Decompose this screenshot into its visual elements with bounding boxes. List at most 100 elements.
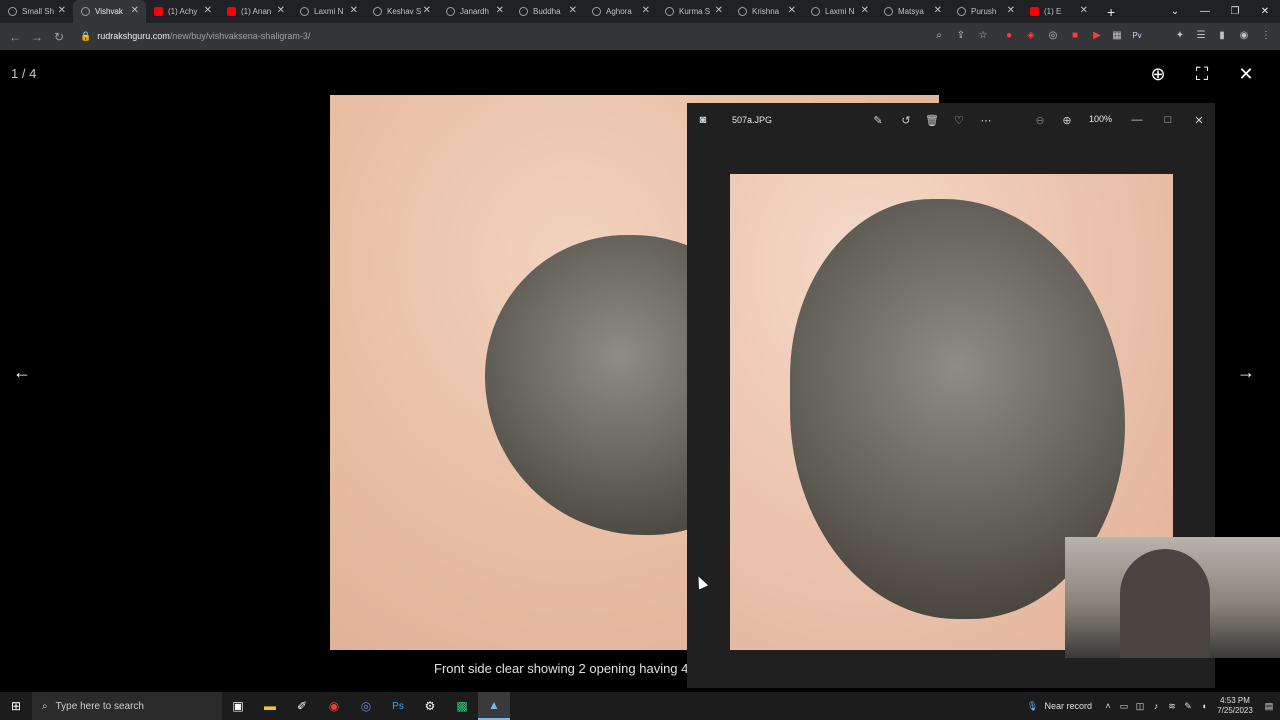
close-tab-icon[interactable]: ✕ bbox=[423, 5, 431, 16]
globe-icon bbox=[81, 7, 90, 16]
minimize-button[interactable]: — bbox=[1129, 112, 1145, 128]
ublock-icon[interactable]: ◈ bbox=[1024, 28, 1038, 42]
previous-arrow-icon[interactable]: ← bbox=[10, 360, 34, 384]
tab-label: Small Sh bbox=[22, 7, 55, 16]
tray-app-icon[interactable]: ◫ bbox=[1132, 701, 1148, 712]
speaker-icon[interactable]: ◖ bbox=[1196, 701, 1212, 711]
extension-grid-icon[interactable]: ▦ bbox=[1110, 28, 1124, 42]
close-tab-icon[interactable]: ✕ bbox=[715, 5, 723, 16]
file-explorer-icon[interactable]: ▬ bbox=[254, 692, 286, 720]
extension-icon[interactable]: ◎ bbox=[1046, 28, 1060, 42]
pen-app-icon[interactable]: ✐ bbox=[286, 692, 318, 720]
side-panel-icon[interactable]: ▮ bbox=[1215, 28, 1229, 42]
settings-gear-icon[interactable]: ⚙ bbox=[414, 692, 446, 720]
zoom-level[interactable]: 100% bbox=[1089, 114, 1112, 124]
next-arrow-icon[interactable]: → bbox=[1234, 360, 1258, 384]
profile-avatar-icon[interactable]: ◉ bbox=[1237, 28, 1251, 42]
close-button[interactable]: ✕ bbox=[1191, 112, 1207, 128]
browser-tab[interactable]: (1) Achy ✕ bbox=[146, 0, 219, 23]
close-tab-icon[interactable]: ✕ bbox=[642, 5, 650, 16]
fullscreen-icon[interactable]: ⛶ bbox=[1190, 62, 1214, 86]
zoom-in-icon[interactable]: ⊕ bbox=[1146, 62, 1170, 86]
browser-tab[interactable]: Keshav S ✕ bbox=[365, 0, 438, 23]
more-options-icon[interactable]: ⋯ bbox=[978, 112, 994, 128]
close-tab-icon[interactable]: ✕ bbox=[1007, 5, 1015, 16]
reading-list-icon[interactable]: ☰ bbox=[1194, 28, 1208, 42]
volume-icon[interactable]: ♪ bbox=[1148, 701, 1164, 711]
browser-tab[interactable]: (1) Anan ✕ bbox=[219, 0, 292, 23]
zoom-out-icon[interactable]: ⊖ bbox=[1032, 112, 1048, 128]
task-view-icon[interactable]: ▣ bbox=[222, 692, 254, 720]
photoshop-icon[interactable]: Ps bbox=[382, 692, 414, 720]
discord-icon[interactable]: ◎ bbox=[350, 692, 382, 720]
browser-tab[interactable]: Buddha ✕ bbox=[511, 0, 584, 23]
back-icon[interactable]: ← bbox=[4, 30, 26, 44]
close-tab-icon[interactable]: ✕ bbox=[58, 5, 66, 16]
close-lightbox-icon[interactable]: ✕ bbox=[1234, 62, 1258, 86]
wifi-icon[interactable]: ≋ bbox=[1164, 701, 1180, 712]
reload-icon[interactable]: ↻ bbox=[48, 30, 70, 44]
browser-tab[interactable]: Vishvak ✕ bbox=[73, 0, 146, 23]
new-tab-button[interactable]: + bbox=[1107, 4, 1115, 20]
windows-start-icon[interactable]: ⊞ bbox=[0, 692, 32, 720]
globe-icon bbox=[811, 7, 820, 16]
close-tab-icon[interactable]: ✕ bbox=[350, 5, 358, 16]
close-tab-icon[interactable]: ✕ bbox=[496, 5, 504, 16]
tab-label: Laxmi N bbox=[825, 7, 855, 16]
browser-tab[interactable]: (1) E ✕ bbox=[1022, 0, 1095, 23]
browser-tab[interactable]: Purush ✕ bbox=[949, 0, 1022, 23]
taskbar-search[interactable]: ⌕ Type here to search bbox=[32, 692, 222, 720]
favorite-heart-icon[interactable]: ♡ bbox=[951, 112, 967, 128]
address-bar[interactable]: 🔒 rudrakshguru.com/new/buy/vishvaksena-s… bbox=[76, 26, 1190, 46]
extension-record-icon[interactable]: ■ bbox=[1068, 28, 1082, 42]
close-tab-icon[interactable]: ✕ bbox=[569, 5, 577, 16]
maximize-button[interactable]: □ bbox=[1160, 112, 1176, 128]
browser-tab[interactable]: Laxmi N ✕ bbox=[803, 0, 876, 23]
close-tab-icon[interactable]: ✕ bbox=[131, 5, 139, 16]
share-icon[interactable]: ⇪ bbox=[954, 28, 968, 42]
tab-bar: Small Sh ✕ Vishvak ✕ (1) Achy ✕ (1) Anan ✕ Laxmi… bbox=[0, 0, 1280, 23]
close-tab-icon[interactable]: ✕ bbox=[204, 5, 212, 16]
tab-search-icon[interactable]: ⌄ bbox=[1160, 0, 1190, 23]
photos-taskbar-icon[interactable]: ▲ bbox=[478, 692, 510, 720]
close-tab-icon[interactable]: ✕ bbox=[934, 5, 942, 16]
clock-time: 4:53 PM bbox=[1220, 696, 1250, 705]
green-app-icon[interactable]: ▩ bbox=[446, 692, 478, 720]
close-tab-icon[interactable]: ✕ bbox=[788, 5, 796, 16]
bookmark-star-icon[interactable]: ☆ bbox=[976, 28, 990, 42]
close-tab-icon[interactable]: ✕ bbox=[1080, 5, 1088, 16]
photo-filename: 507a.JPG bbox=[732, 115, 773, 125]
tray-display-icon[interactable]: ▭ bbox=[1116, 701, 1132, 712]
microphone-icon[interactable]: 🎙 bbox=[1024, 701, 1040, 712]
browser-tab[interactable]: Matsya ✕ bbox=[876, 0, 949, 23]
extensions-puzzle-icon[interactable]: ✦ bbox=[1173, 28, 1187, 42]
browser-tab[interactable]: Janardh ✕ bbox=[438, 0, 511, 23]
close-window-button[interactable]: ✕ bbox=[1250, 0, 1280, 23]
search-icon: ⌕ bbox=[42, 700, 48, 712]
pen-tray-icon[interactable]: ✎ bbox=[1180, 701, 1196, 712]
close-tab-icon[interactable]: ✕ bbox=[861, 5, 869, 16]
notifications-icon[interactable]: ▤ bbox=[1258, 701, 1280, 712]
browser-tab[interactable]: Krishna ✕ bbox=[730, 0, 803, 23]
tray-chevron-icon[interactable]: ˄ bbox=[1100, 701, 1116, 711]
youtube-icon bbox=[1030, 7, 1039, 16]
browser-tab[interactable]: Kurma S ✕ bbox=[657, 0, 730, 23]
clock[interactable]: 4:53 PM 7/25/2023 bbox=[1212, 696, 1258, 716]
edit-image-icon[interactable]: ✎ bbox=[870, 112, 886, 128]
zoom-icon[interactable]: ⌕ bbox=[932, 28, 946, 42]
browser-menu-icon[interactable]: ⋮ bbox=[1259, 28, 1273, 42]
browser-tab[interactable]: Small Sh ✕ bbox=[0, 0, 73, 23]
browser-tab[interactable]: Aghora ✕ bbox=[584, 0, 657, 23]
extension-red-icon[interactable]: ● bbox=[1002, 28, 1016, 42]
chrome-icon[interactable]: ◉ bbox=[318, 692, 350, 720]
forward-icon[interactable]: → bbox=[26, 30, 48, 44]
extension-pv-icon[interactable]: Pv bbox=[1130, 28, 1144, 42]
restore-button[interactable]: ❐ bbox=[1220, 0, 1250, 23]
extension-tube-icon[interactable]: ▶ bbox=[1090, 28, 1104, 42]
delete-icon[interactable]: 🗑 bbox=[924, 112, 940, 128]
close-tab-icon[interactable]: ✕ bbox=[277, 5, 285, 16]
rotate-icon[interactable]: ↺ bbox=[898, 112, 914, 128]
minimize-button[interactable]: — bbox=[1190, 0, 1220, 23]
browser-tab[interactable]: Laxmi N ✕ bbox=[292, 0, 365, 23]
zoom-in-icon[interactable]: ⊕ bbox=[1059, 112, 1075, 128]
